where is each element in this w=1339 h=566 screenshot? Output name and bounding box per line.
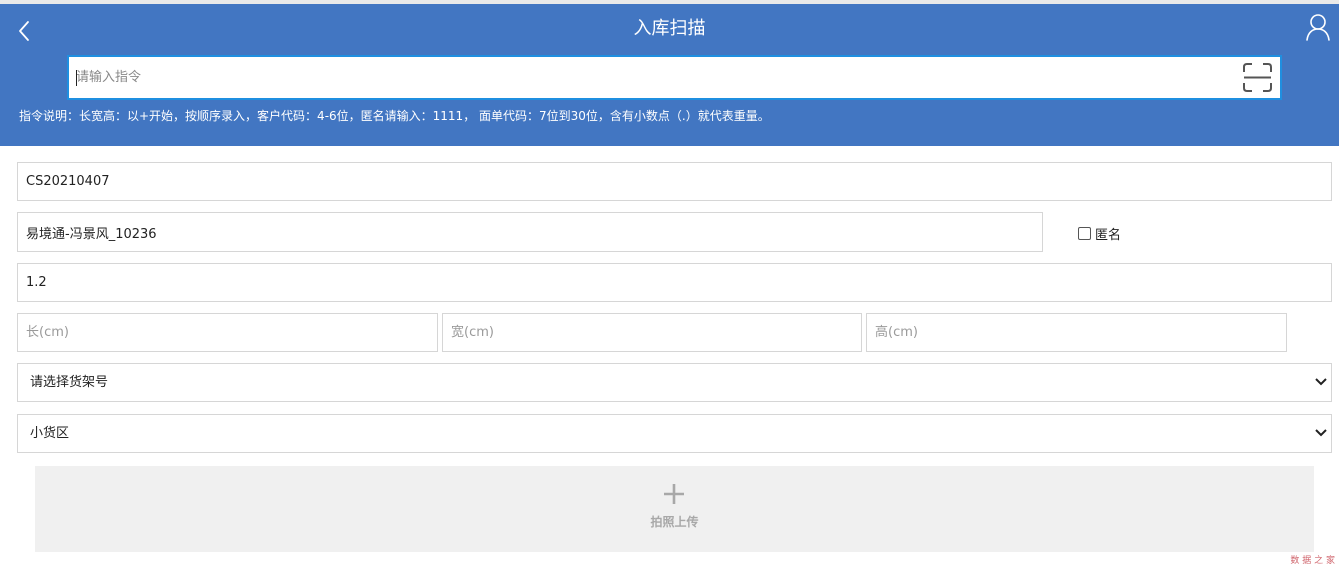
area-select[interactable]: 小货区: [17, 414, 1332, 453]
length-field[interactable]: [17, 313, 438, 352]
height-field[interactable]: [866, 313, 1287, 352]
instructions-text: 指令说明：长宽高：以+开始，按顺序录入，客户代码：4-6位，匿名请输入：1111…: [19, 109, 770, 123]
page-title: 入库扫描: [633, 18, 706, 39]
shelf-select[interactable]: 请选择货架号: [17, 363, 1332, 402]
command-input[interactable]: [76, 57, 1236, 98]
customer-field[interactable]: [17, 212, 1043, 252]
customer-input[interactable]: [18, 213, 1042, 251]
plus-icon[interactable]: [663, 483, 685, 505]
photo-upload-button[interactable]: [35, 466, 1314, 552]
weight-input[interactable]: [18, 264, 1331, 301]
area-select-value: 小货区: [30, 426, 70, 441]
chevron-down-icon: [1315, 429, 1327, 437]
shelf-select-value: 请选择货架号: [30, 375, 109, 390]
order-code-input[interactable]: [18, 163, 1331, 200]
checkbox-box[interactable]: [1078, 227, 1091, 240]
chevron-down-icon: [1315, 378, 1327, 386]
anonymous-label: 匿名: [1095, 228, 1122, 243]
upload-label: 拍照上传: [650, 515, 699, 529]
width-input[interactable]: [443, 314, 861, 351]
scan-icon[interactable]: [1242, 62, 1273, 93]
width-field[interactable]: [442, 313, 862, 352]
watermark: 数 据 之 家: [1290, 556, 1335, 566]
weight-field[interactable]: [17, 263, 1332, 302]
height-input[interactable]: [867, 314, 1286, 351]
text-caret: [76, 70, 77, 86]
anonymous-checkbox[interactable]: 匿名: [1078, 224, 1121, 243]
command-box: [67, 55, 1282, 100]
user-icon[interactable]: [1305, 13, 1331, 41]
order-code-field[interactable]: [17, 162, 1332, 201]
length-input[interactable]: [18, 314, 437, 351]
